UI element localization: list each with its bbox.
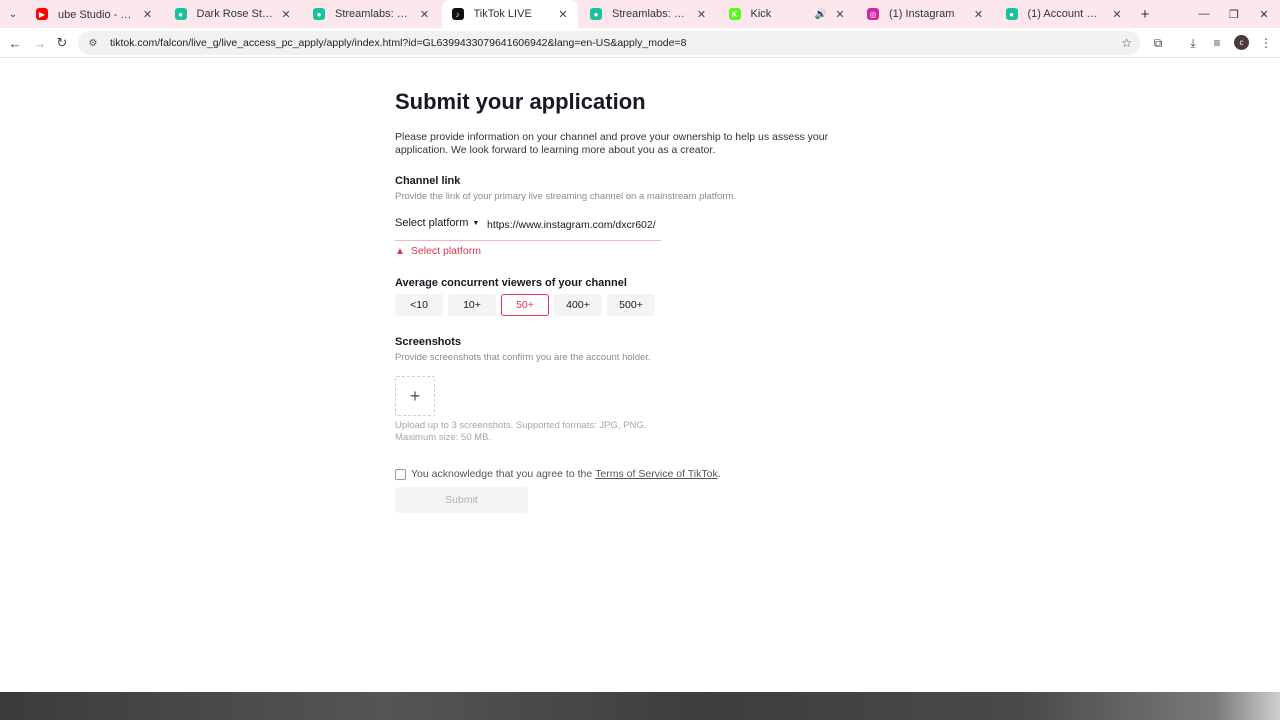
viewer-options: <10 10+ 50+ 400+ 500+: [395, 294, 655, 316]
tab-close-icon[interactable]: ✕: [833, 7, 847, 21]
tab-close-icon[interactable]: ✕: [279, 7, 293, 21]
tab-close-icon[interactable]: ✕: [418, 7, 432, 21]
upload-help-line-2: Maximum size: 50 MB.: [395, 432, 492, 443]
download-icon[interactable]: ⤓: [1183, 33, 1203, 53]
tab-title: TikTok LIVE: [473, 8, 532, 20]
screenshots-label: Screenshots: [395, 336, 462, 348]
tab-favicon-icon: ●: [174, 8, 187, 20]
tab-strip: ⌄ ▶ ube Studio - البث المباشر ✕ ● Dark Rose …: [0, 0, 1280, 28]
upload-screenshot-button[interactable]: +: [395, 376, 435, 416]
tab-favicon-icon: ◎: [867, 8, 879, 20]
address-bar[interactable]: ⚙ tiktok.com/falcon/live_g/live_access_p…: [78, 31, 1140, 55]
tab-close-icon[interactable]: ✕: [556, 7, 570, 21]
minimize-icon[interactable]: —: [1190, 4, 1218, 24]
bottom-background-strip: [0, 692, 1280, 720]
media-controls-icon[interactable]: ≡: [1207, 33, 1227, 53]
tab-3[interactable]: ● Streamlabs: Free Live Stre ✕: [303, 0, 440, 28]
submit-button[interactable]: Submit: [395, 487, 528, 513]
viewers-label: Average concurrent viewers of your chann…: [395, 277, 627, 289]
platform-select[interactable]: Select platform ▼: [395, 217, 479, 229]
channel-url-input[interactable]: [487, 215, 661, 235]
upload-help: Upload up to 3 screenshots. Supported fo…: [395, 420, 646, 444]
tab-favicon-icon: ▶: [36, 8, 48, 20]
platform-error-text: Select platform: [410, 245, 481, 257]
tab-favicon-icon: ●: [590, 8, 602, 20]
tab-title: Dark Rose Stream Overla: [196, 8, 274, 20]
viewer-option-3[interactable]: 50+: [501, 294, 549, 316]
tab-title: Streamlabs: Free Live Stre: [612, 8, 689, 20]
restore-icon[interactable]: ❐: [1220, 4, 1248, 24]
tab-search-chevron-icon[interactable]: ⌄: [4, 5, 22, 23]
terms-ack-row: You acknowledge that you agree to the Te…: [395, 468, 721, 480]
browser-toolbar: ← → ↻ ⚙ tiktok.com/falcon/live_g/live_ac…: [0, 28, 1280, 58]
tab-close-icon[interactable]: ✕: [1110, 7, 1124, 21]
tab-favicon-icon: ●: [1005, 8, 1018, 20]
tab-close-icon[interactable]: ✕: [972, 7, 986, 21]
tab-title: Kick: [750, 8, 772, 20]
tab-8[interactable]: ● (1) Account Settings / Str ✕: [996, 0, 1133, 28]
profile-avatar[interactable]: c: [1234, 35, 1249, 50]
tab-4[interactable]: ♪ TikTok LIVE ✕: [441, 0, 578, 28]
tab-1[interactable]: ▶ ube Studio - البث المباشر ✕: [26, 0, 163, 28]
channel-link-label: Channel link: [395, 175, 461, 187]
extensions-icon[interactable]: ⧉: [1148, 33, 1168, 53]
intro-text: Please provide information on your chann…: [395, 131, 829, 156]
tab-7[interactable]: ◎ (1) Instagram ✕: [857, 0, 994, 28]
channel-link-help: Provide the link of your primary live st…: [395, 191, 737, 202]
tab-favicon-icon: K: [728, 8, 741, 20]
tab-5[interactable]: ● Streamlabs: Free Live Stre ✕: [580, 0, 717, 28]
tab-title: (1) Account Settings / Str: [1027, 8, 1105, 20]
tab-title: (1) Instagram: [889, 8, 955, 20]
viewer-option-4[interactable]: 400+: [554, 294, 602, 316]
terms-of-service-link[interactable]: Terms of Service of TikTok: [595, 468, 718, 480]
tab-favicon-icon: ♪: [451, 8, 464, 20]
tab-title: ube Studio - البث المباشر: [58, 8, 135, 21]
reload-icon[interactable]: ↻: [52, 33, 72, 53]
platform-select-label: Select platform: [395, 217, 469, 229]
tab-title: Streamlabs: Free Live Stre: [335, 8, 412, 20]
terms-ack-text: You acknowledge that you agree to the: [411, 468, 593, 480]
viewer-option-2[interactable]: 10+: [448, 294, 496, 316]
warning-icon: ▲: [395, 245, 405, 257]
new-tab-button[interactable]: +: [1136, 5, 1154, 23]
plus-icon: +: [409, 385, 421, 406]
forward-arrow-icon[interactable]: →: [30, 33, 50, 53]
viewer-option-5[interactable]: 500+: [607, 294, 655, 316]
tab-close-icon[interactable]: ✕: [695, 7, 709, 21]
url-text[interactable]: tiktok.com/falcon/live_g/live_access_pc_…: [110, 37, 1113, 49]
platform-error: ▲ Select platform: [395, 245, 481, 257]
page-title: Submit your application: [395, 89, 646, 114]
terms-ack-suffix: .: [717, 468, 721, 480]
tab-favicon-icon: ●: [313, 8, 325, 20]
terms-checkbox[interactable]: [395, 468, 406, 480]
channel-link-row: Select platform ▼: [395, 213, 661, 241]
tab-2[interactable]: ● Dark Rose Stream Overla ✕: [165, 0, 302, 28]
upload-help-line-1: Upload up to 3 screenshots. Supported fo…: [395, 420, 647, 431]
close-window-icon[interactable]: ✕: [1250, 4, 1278, 24]
bookmark-star-icon[interactable]: ☆: [1121, 36, 1132, 50]
tab-close-icon[interactable]: ✕: [141, 7, 155, 21]
tab-audio-icon[interactable]: 🔊: [815, 9, 827, 20]
viewer-option-1[interactable]: <10: [395, 294, 443, 316]
menu-kebab-icon[interactable]: ⋮: [1256, 33, 1276, 53]
tab-6[interactable]: K Kick 🔊 ✕: [719, 0, 856, 28]
site-info-icon[interactable]: ⚙: [86, 36, 100, 50]
back-arrow-icon[interactable]: ←: [5, 33, 25, 53]
caret-down-icon: ▼: [472, 219, 480, 227]
screenshots-help: Provide screenshots that confirm you are…: [395, 352, 651, 363]
